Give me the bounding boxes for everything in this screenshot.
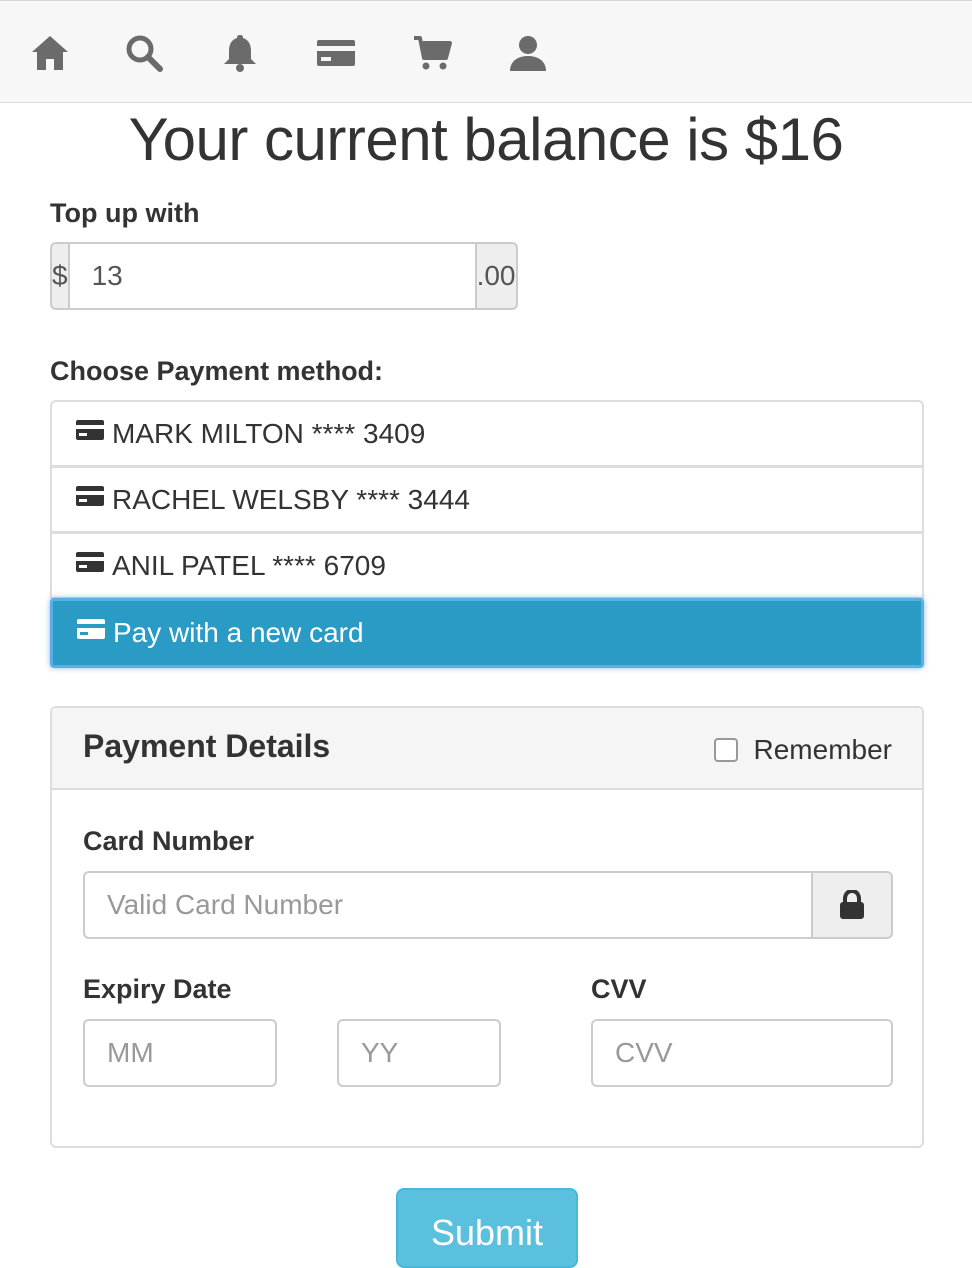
submit-button[interactable]: Submit (396, 1188, 578, 1268)
card-number-label: Card Number (83, 826, 255, 856)
user-icon[interactable] (506, 31, 550, 75)
payment-method-label: RACHEL WELSBY **** 3444 (112, 483, 470, 515)
payment-method-item[interactable]: ANIL PATEL **** 6709 (50, 532, 924, 599)
credit-card-icon (77, 619, 105, 639)
bell-icon[interactable] (218, 31, 262, 75)
topup-label: Top up with (50, 198, 200, 228)
topup-amount-input[interactable] (67, 242, 477, 310)
payment-details-panel: Payment Details Remember Card Number Exp… (50, 706, 924, 1148)
card-number-input[interactable] (83, 871, 813, 939)
cvv-input[interactable] (591, 1019, 893, 1087)
remember-toggle[interactable]: Remember (713, 734, 892, 766)
search-icon[interactable] (122, 31, 166, 75)
payment-method-item-new-card[interactable]: Pay with a new card (50, 598, 924, 668)
payment-method-label: ANIL PATEL **** 6709 (112, 549, 386, 581)
credit-card-icon (76, 551, 104, 572)
expiry-month-input[interactable] (83, 1019, 277, 1087)
lock-icon (813, 871, 893, 939)
cart-icon[interactable] (410, 31, 454, 75)
panel-title: Payment Details (83, 728, 331, 764)
expiry-year-input[interactable] (337, 1019, 501, 1087)
remember-label: Remember (753, 734, 892, 765)
payment-method-label: MARK MILTON **** 3409 (112, 417, 426, 449)
payment-method-item[interactable]: RACHEL WELSBY **** 3444 (50, 466, 924, 533)
top-nav-bar (0, 0, 972, 103)
panel-header: Payment Details Remember (52, 708, 922, 790)
payment-method-item[interactable]: MARK MILTON **** 3409 (50, 400, 924, 467)
topup-input-group: $ .00 (50, 242, 518, 310)
payment-method-label: Pay with a new card (113, 617, 364, 648)
cents-suffix: .00 (476, 242, 518, 310)
credit-card-icon[interactable] (314, 31, 358, 75)
payment-method-list: MARK MILTON **** 3409 RACHEL WELSBY ****… (50, 400, 924, 668)
balance-heading: Your current balance is $16 (128, 106, 844, 173)
currency-prefix: $ (50, 242, 68, 310)
credit-card-icon (76, 485, 104, 506)
home-icon[interactable] (28, 31, 72, 75)
remember-checkbox[interactable] (713, 738, 738, 762)
payment-method-label: Choose Payment method: (50, 356, 384, 386)
card-number-group (83, 871, 893, 939)
cvv-label: CVV (591, 974, 647, 1004)
expiry-date-label: Expiry Date (83, 974, 232, 1004)
credit-card-icon (76, 419, 104, 440)
